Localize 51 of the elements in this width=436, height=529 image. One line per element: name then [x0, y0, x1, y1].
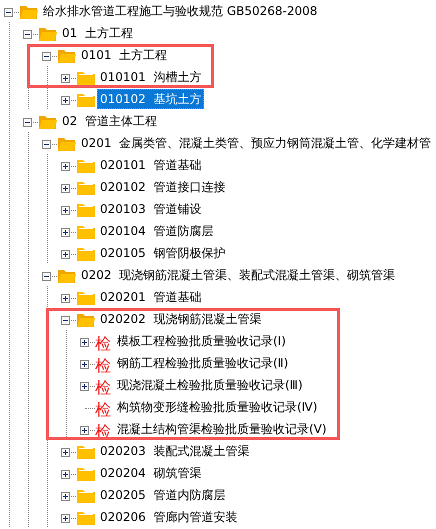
tree-item[interactable]: 010102 基坑土方 [97, 89, 204, 109]
expand-icon[interactable] [80, 382, 89, 391]
tree-item[interactable]: 020102 管道接口连接 [97, 177, 228, 197]
expand-icon[interactable] [61, 162, 70, 171]
expand-icon[interactable] [61, 206, 70, 215]
tree-item[interactable]: 020203 装配式混凝土管渠 [97, 441, 252, 461]
tree-item[interactable]: 010101 沟槽土方 [97, 67, 204, 87]
expand-icon[interactable] [61, 514, 70, 523]
tree-item[interactable]: 给水排水管道工程施工与验收规范 GB50268-2008 [40, 1, 320, 21]
collapse-icon[interactable] [23, 118, 32, 127]
tree-item[interactable]: 020101 管道基础 [97, 155, 204, 175]
tree-item[interactable]: 模板工程检验批质量验收记录(Ⅰ) [114, 331, 289, 351]
collapse-icon[interactable] [42, 52, 51, 61]
tree-item[interactable]: 020103 管道铺设 [97, 199, 204, 219]
tree-item[interactable]: 020205 管道内防腐层 [97, 485, 228, 505]
tree-item[interactable]: 020104 管道防腐层 [97, 221, 216, 241]
tree-item[interactable]: 020201 管道基础 [97, 287, 204, 307]
tree-item[interactable]: 0101 土方工程 [78, 45, 170, 65]
expand-icon[interactable] [61, 250, 70, 259]
collapse-icon[interactable] [42, 272, 51, 281]
expand-icon[interactable] [80, 360, 89, 369]
tree-item[interactable]: 020105 钢管阴极保护 [97, 243, 228, 263]
record-icon: 检 [95, 379, 113, 397]
tree-item[interactable]: 02 管道主体工程 [59, 111, 160, 131]
collapse-icon[interactable] [23, 30, 32, 39]
collapse-icon[interactable] [61, 316, 70, 325]
collapse-icon[interactable] [4, 8, 13, 17]
record-icon: 检 [95, 401, 113, 419]
tree-item[interactable]: 构筑物变形缝检验批质量验收记录(Ⅳ) [114, 397, 320, 417]
expand-icon[interactable] [61, 74, 70, 83]
tree-item[interactable]: 混凝土结构管渠检验批质量验收记录(Ⅴ) [114, 419, 330, 439]
tree-item[interactable]: 0201 金属类管、混凝土类管、预应力钢筒混凝土管、化学建材管 [78, 133, 434, 153]
tree-item[interactable]: 020206 管廊内管道安装 [97, 507, 240, 527]
tree-item[interactable]: 现浇混凝土检验批质量验收记录(Ⅲ) [114, 375, 306, 395]
collapse-icon[interactable] [42, 140, 51, 149]
expand-icon[interactable] [61, 492, 70, 501]
expand-icon[interactable] [61, 184, 70, 193]
tree-item[interactable]: 0202 现浇钢筋混凝土管渠、装配式混凝土管渠、砌筑管渠 [78, 265, 398, 285]
expand-icon[interactable] [61, 228, 70, 237]
expand-icon[interactable] [61, 96, 70, 105]
tree-item[interactable]: 020204 砌筑管渠 [97, 463, 204, 483]
expand-icon[interactable] [61, 448, 70, 457]
expand-icon[interactable] [80, 338, 89, 347]
tree-item[interactable]: 01 土方工程 [59, 23, 136, 43]
tree-item[interactable]: 钢筋工程检验批质量验收记录(Ⅱ) [114, 353, 292, 373]
tree-item[interactable]: 020202 现浇钢筋混凝土管渠 [97, 309, 264, 329]
expand-icon[interactable] [61, 470, 70, 479]
expand-icon[interactable] [80, 426, 89, 435]
record-icon: 检 [95, 357, 113, 375]
expand-icon[interactable] [61, 294, 70, 303]
record-icon: 检 [95, 335, 113, 353]
